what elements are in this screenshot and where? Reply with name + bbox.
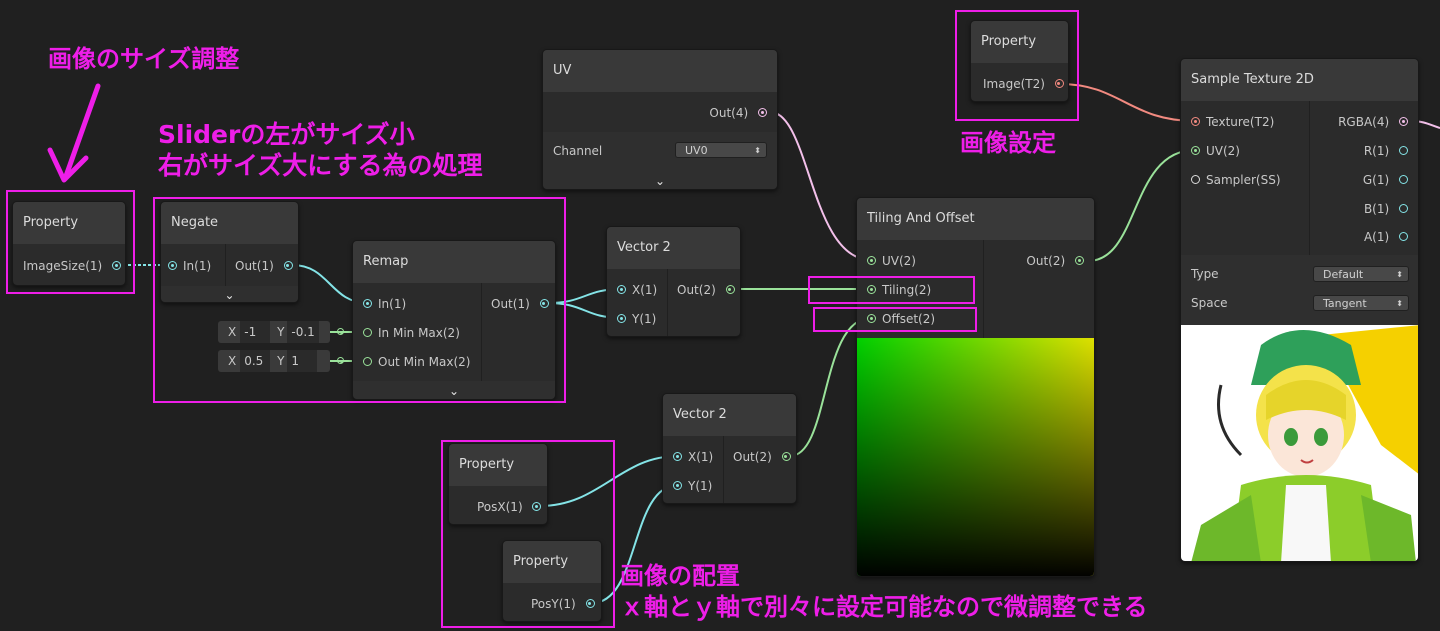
- arrow-down-left-icon: [47, 83, 101, 183]
- output-port-out[interactable]: Out(4): [709, 103, 767, 123]
- highlight-box-slider-process: [153, 197, 566, 403]
- input-port-sampler[interactable]: Sampler(SS): [1191, 170, 1281, 190]
- sample-texture-2d-node[interactable]: Sample Texture 2D Texture(T2) UV(2) Samp…: [1180, 58, 1419, 562]
- wire-tiling-sample-uv: [1087, 149, 1196, 262]
- highlight-box-offset: [813, 307, 977, 332]
- input-port-x[interactable]: X(1): [673, 447, 713, 467]
- port-icon[interactable]: [1399, 146, 1408, 155]
- annotation-placement: 画像の配置 ｘ軸とｙ軸で別々に設定可能なので微調整できる: [620, 562, 1148, 622]
- port-icon[interactable]: [617, 285, 626, 294]
- vector2-node-b[interactable]: Vector 2 X(1) Y(1) Out(2): [662, 393, 797, 504]
- port-icon[interactable]: [1399, 232, 1408, 241]
- port-icon[interactable]: [867, 256, 876, 265]
- chevron-down-icon[interactable]: ⌄: [543, 172, 777, 189]
- output-port-r[interactable]: R(1): [1364, 141, 1408, 161]
- node-title: UV: [543, 50, 777, 92]
- port-icon[interactable]: [1191, 146, 1200, 155]
- node-title: Vector 2: [607, 227, 740, 269]
- wire-image-texture: [1059, 83, 1196, 122]
- port-icon[interactable]: [758, 108, 767, 117]
- annotation-slider: Sliderの左がサイズ小 右がサイズ大にする為の処理: [158, 120, 483, 180]
- output-port-b[interactable]: B(1): [1364, 199, 1408, 219]
- output-port-a[interactable]: A(1): [1364, 227, 1408, 247]
- type-label: Type: [1191, 267, 1219, 281]
- port-icon[interactable]: [1191, 117, 1200, 126]
- port-icon[interactable]: [1191, 175, 1200, 184]
- node-title: Vector 2: [663, 394, 796, 436]
- port-icon[interactable]: [1399, 204, 1408, 213]
- highlight-box-tiling: [808, 276, 975, 304]
- port-icon[interactable]: [617, 314, 626, 323]
- port-icon[interactable]: [673, 481, 682, 490]
- highlight-box-image-property: [955, 10, 1079, 121]
- space-select[interactable]: Tangent ⬍: [1313, 295, 1409, 311]
- port-icon[interactable]: [1075, 256, 1084, 265]
- channel-select[interactable]: UV0 ⬍: [675, 142, 767, 158]
- output-port-out[interactable]: Out(2): [1026, 251, 1084, 271]
- channel-label: Channel: [553, 144, 603, 158]
- annotation-image-size: 画像のサイズ調整: [48, 45, 240, 73]
- port-icon[interactable]: [725, 285, 735, 294]
- uv-node[interactable]: UV Out(4) Channel UV0 ⬍ ⌄: [542, 49, 778, 190]
- highlight-box-imagesize: [6, 190, 135, 294]
- node-title: Sample Texture 2D: [1181, 59, 1418, 101]
- port-icon[interactable]: [781, 452, 791, 461]
- chevron-updown-icon: ⬍: [754, 146, 761, 155]
- highlight-box-position: [441, 440, 615, 628]
- output-port-g[interactable]: G(1): [1363, 170, 1408, 190]
- node-title: Tiling And Offset: [857, 198, 1094, 240]
- annotation-image-setting: 画像設定: [960, 129, 1056, 157]
- port-icon[interactable]: [1399, 175, 1408, 184]
- output-port-out[interactable]: Out(2): [733, 447, 791, 467]
- input-port-texture[interactable]: Texture(T2): [1191, 112, 1274, 132]
- input-port-uv[interactable]: UV(2): [1191, 141, 1240, 161]
- space-label: Space: [1191, 296, 1228, 310]
- vector2-node-a[interactable]: Vector 2 X(1) Y(1) Out(2): [606, 226, 741, 337]
- tiling-offset-node[interactable]: Tiling And Offset UV(2) Tiling(2) Offset…: [856, 197, 1095, 577]
- port-icon[interactable]: [673, 452, 682, 461]
- type-select[interactable]: Default ⬍: [1313, 266, 1409, 282]
- chevron-updown-icon: ⬍: [1396, 270, 1403, 279]
- input-port-y[interactable]: Y(1): [673, 476, 712, 496]
- output-port-out[interactable]: Out(2): [677, 280, 735, 300]
- chevron-updown-icon: ⬍: [1396, 299, 1403, 308]
- input-port-uv[interactable]: UV(2): [867, 251, 916, 271]
- input-port-y[interactable]: Y(1): [617, 309, 656, 329]
- input-port-x[interactable]: X(1): [617, 280, 657, 300]
- texture-preview-image: [1181, 325, 1418, 561]
- uv-gradient-preview: [857, 338, 1094, 576]
- port-icon[interactable]: [1399, 117, 1408, 126]
- output-port-rgba[interactable]: RGBA(4): [1338, 112, 1408, 132]
